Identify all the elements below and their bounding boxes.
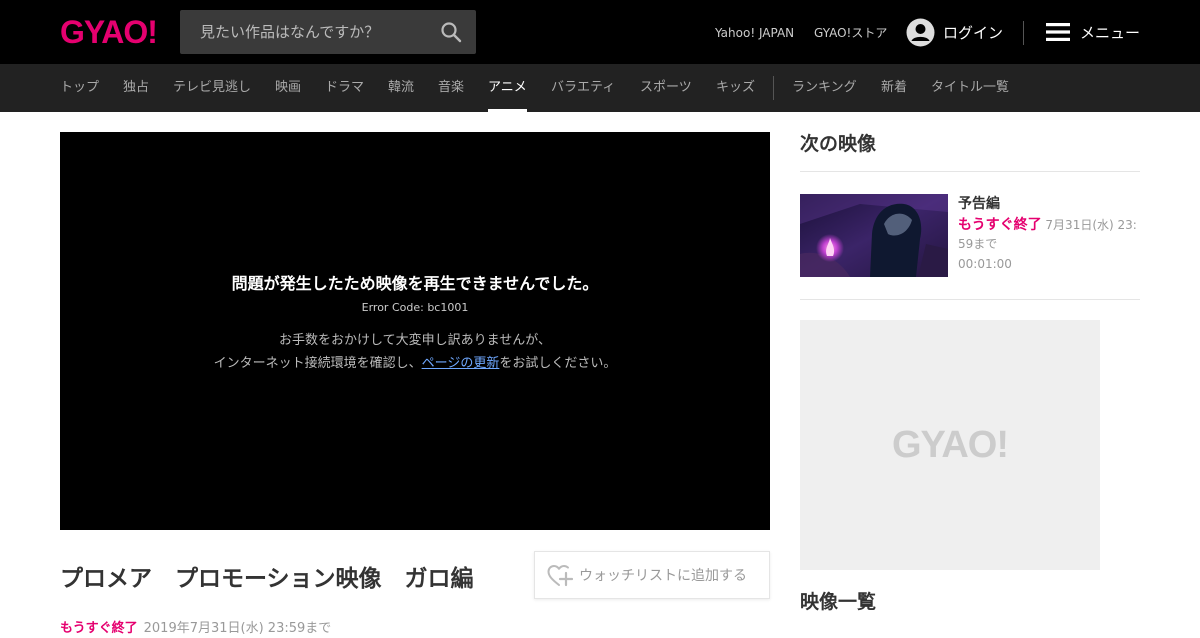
error-message: 問題が発生したため映像を再生できませんでした。	[231, 274, 599, 293]
hamburger-icon	[1046, 23, 1070, 41]
nav-item-music[interactable]: 音楽	[438, 79, 464, 97]
nav-item-variety[interactable]: バラエティ	[551, 79, 615, 97]
menu-button[interactable]: メニュー	[1046, 21, 1140, 43]
retry-text-before: インターネット接続環境を確認し、	[213, 356, 422, 371]
retry-text-after: をお試しください。	[499, 356, 617, 371]
top-header: GYAO! Yahoo! JAPAN GYAO!ストア ログイン メニュー	[0, 0, 1200, 64]
nav-item-top[interactable]: トップ	[60, 79, 99, 97]
video-title: プロメア プロモーション映像 ガロ編	[60, 566, 474, 592]
nav-item-movies[interactable]: 映画	[275, 79, 301, 97]
heart-plus-icon	[547, 565, 573, 587]
nav-item-ranking[interactable]: ランキング	[792, 79, 857, 97]
nav-item-new[interactable]: 新着	[881, 79, 907, 97]
error-code: Error Code: bc1001	[361, 301, 469, 314]
next-ending-soon-badge: もうすぐ終了	[958, 217, 1042, 233]
next-video-deadline: もうすぐ終了 7月31日(水) 23:59まで	[958, 216, 1140, 254]
nav-item-drama[interactable]: ドラマ	[325, 79, 364, 97]
next-video-duration: 00:01:00	[958, 257, 1012, 271]
user-icon	[906, 18, 935, 46]
availability-deadline: もうすぐ終了 2019年7月31日(水) 23:59まで	[60, 620, 331, 638]
next-video-heading: 次の映像	[800, 133, 877, 155]
nav-item-kids[interactable]: キッズ	[716, 79, 755, 97]
video-list-heading: 映像一覧	[800, 591, 877, 613]
category-nav: トップ 独占 テレビ見逃し 映画 ドラマ 韓流 音楽 アニメ バラエティ スポー…	[0, 64, 1200, 112]
next-video-info: 予告編 もうすぐ終了 7月31日(水) 23:59まで 00:01:00	[958, 194, 1140, 274]
header-divider	[1023, 21, 1024, 45]
apology-text: お手数をおかけして大変申し訳ありませんが、	[279, 333, 551, 348]
nav-item-korean[interactable]: 韓流	[388, 79, 414, 97]
section-divider	[800, 171, 1140, 172]
ad-gyao-logo: GYAO!	[891, 424, 1009, 466]
section-divider	[800, 299, 1140, 300]
video-player[interactable]: 問題が発生したため映像を再生できませんでした。 Error Code: bc10…	[60, 132, 770, 530]
gyao-store-link[interactable]: GYAO!ストア	[814, 25, 887, 41]
menu-label: メニュー	[1080, 23, 1141, 42]
page-refresh-link[interactable]: ページの更新	[422, 356, 500, 371]
watchlist-label: ウォッチリストに追加する	[579, 568, 747, 584]
retry-instructions: インターネット接続環境を確認し、ページの更新をお試しください。	[60, 355, 770, 373]
ad-placeholder[interactable]: GYAO!	[800, 320, 1100, 570]
deadline-text: 2019年7月31日(水) 23:59まで	[143, 621, 332, 636]
nav-item-exclusive[interactable]: 独占	[123, 79, 149, 97]
yahoo-japan-link[interactable]: Yahoo! JAPAN	[715, 25, 794, 41]
nav-item-title-list[interactable]: タイトル一覧	[931, 79, 1009, 97]
login-button[interactable]: ログイン	[906, 17, 1003, 47]
next-video-thumbnail[interactable]	[800, 194, 948, 277]
nav-divider	[773, 76, 774, 100]
search-input[interactable]	[180, 10, 430, 54]
login-label: ログイン	[943, 23, 1004, 42]
next-video-title[interactable]: 予告編	[958, 194, 1140, 214]
search-box	[180, 10, 476, 54]
gyao-logo[interactable]: GYAO!	[60, 14, 158, 50]
nav-item-sports[interactable]: スポーツ	[640, 79, 692, 97]
active-tab-indicator	[488, 109, 527, 112]
nav-item-anime[interactable]: アニメ	[488, 79, 527, 97]
add-to-watchlist-button[interactable]: ウォッチリストに追加する	[534, 551, 770, 599]
search-icon[interactable]	[440, 21, 462, 43]
nav-item-tv-catchup[interactable]: テレビ見逃し	[173, 79, 251, 97]
ending-soon-badge: もうすぐ終了	[60, 621, 138, 636]
